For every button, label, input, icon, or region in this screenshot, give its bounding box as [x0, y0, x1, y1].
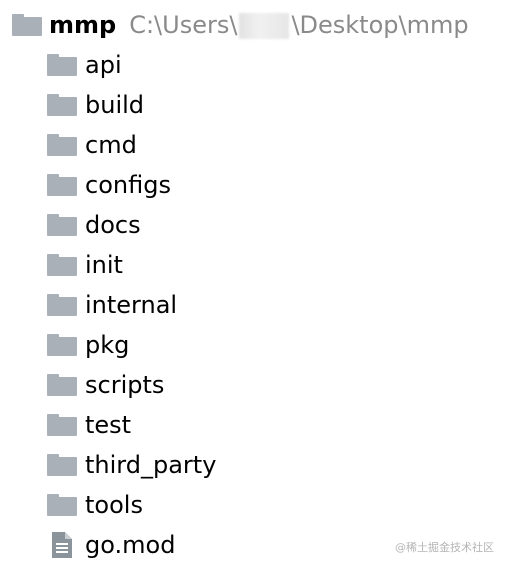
tree-item-label: third_party [85, 451, 217, 479]
folder-icon [47, 214, 77, 236]
tree-item-file[interactable]: go.mod [51, 525, 175, 565]
tree-item-label: go.mod [85, 531, 176, 559]
tree-item[interactable]: tools [47, 485, 143, 525]
folder-icon [47, 54, 77, 76]
file-icon [51, 531, 73, 559]
tree-item[interactable]: third_party [47, 445, 216, 485]
tree-item[interactable]: init [47, 245, 123, 285]
tree-item-label: api [85, 51, 122, 79]
watermark: @稀土掘金技术社区 [395, 541, 494, 554]
folder-icon [47, 334, 77, 356]
tree-item[interactable]: api [47, 45, 122, 85]
folder-icon [47, 494, 77, 516]
tree-item[interactable]: internal [47, 285, 177, 325]
tree-item[interactable]: scripts [47, 365, 164, 405]
folder-icon [47, 254, 77, 276]
tree-item-label: build [85, 91, 145, 119]
tree-item-label: internal [85, 291, 178, 319]
folder-icon [47, 414, 77, 436]
tree-item-label: test [85, 411, 132, 439]
folder-icon [47, 454, 77, 476]
root-folder-path: C:\Users\ \Desktop\mmp [129, 11, 469, 39]
tree-item[interactable]: cmd [47, 125, 137, 165]
tree-root-row[interactable]: mmp C:\Users\ \Desktop\mmp [12, 5, 469, 45]
folder-icon [47, 134, 77, 156]
tree-item-label: init [85, 251, 123, 279]
tree-item[interactable]: pkg [47, 325, 129, 365]
tree-item-label: docs [85, 211, 141, 239]
tree-item-label: configs [85, 171, 171, 199]
folder-icon [12, 14, 42, 36]
tree-item[interactable]: build [47, 85, 144, 125]
folder-icon [47, 94, 77, 116]
tree-item-label: pkg [85, 331, 130, 359]
root-folder-name: mmp [49, 11, 117, 39]
path-prefix: C:\Users\ [129, 11, 238, 39]
folder-icon [47, 294, 77, 316]
redacted-username [239, 13, 290, 39]
path-suffix: \Desktop\mmp [291, 11, 469, 39]
tree-item-label: cmd [85, 131, 137, 159]
tree-item-label: scripts [85, 371, 165, 399]
tree-item[interactable]: test [47, 405, 131, 445]
folder-icon [47, 174, 77, 196]
tree-item[interactable]: configs [47, 165, 171, 205]
tree-item-label: tools [85, 491, 143, 519]
project-tree: mmp C:\Users\ \Desktop\mmp api build cmd … [0, 0, 506, 568]
folder-icon [47, 374, 77, 396]
tree-item[interactable]: docs [47, 205, 141, 245]
